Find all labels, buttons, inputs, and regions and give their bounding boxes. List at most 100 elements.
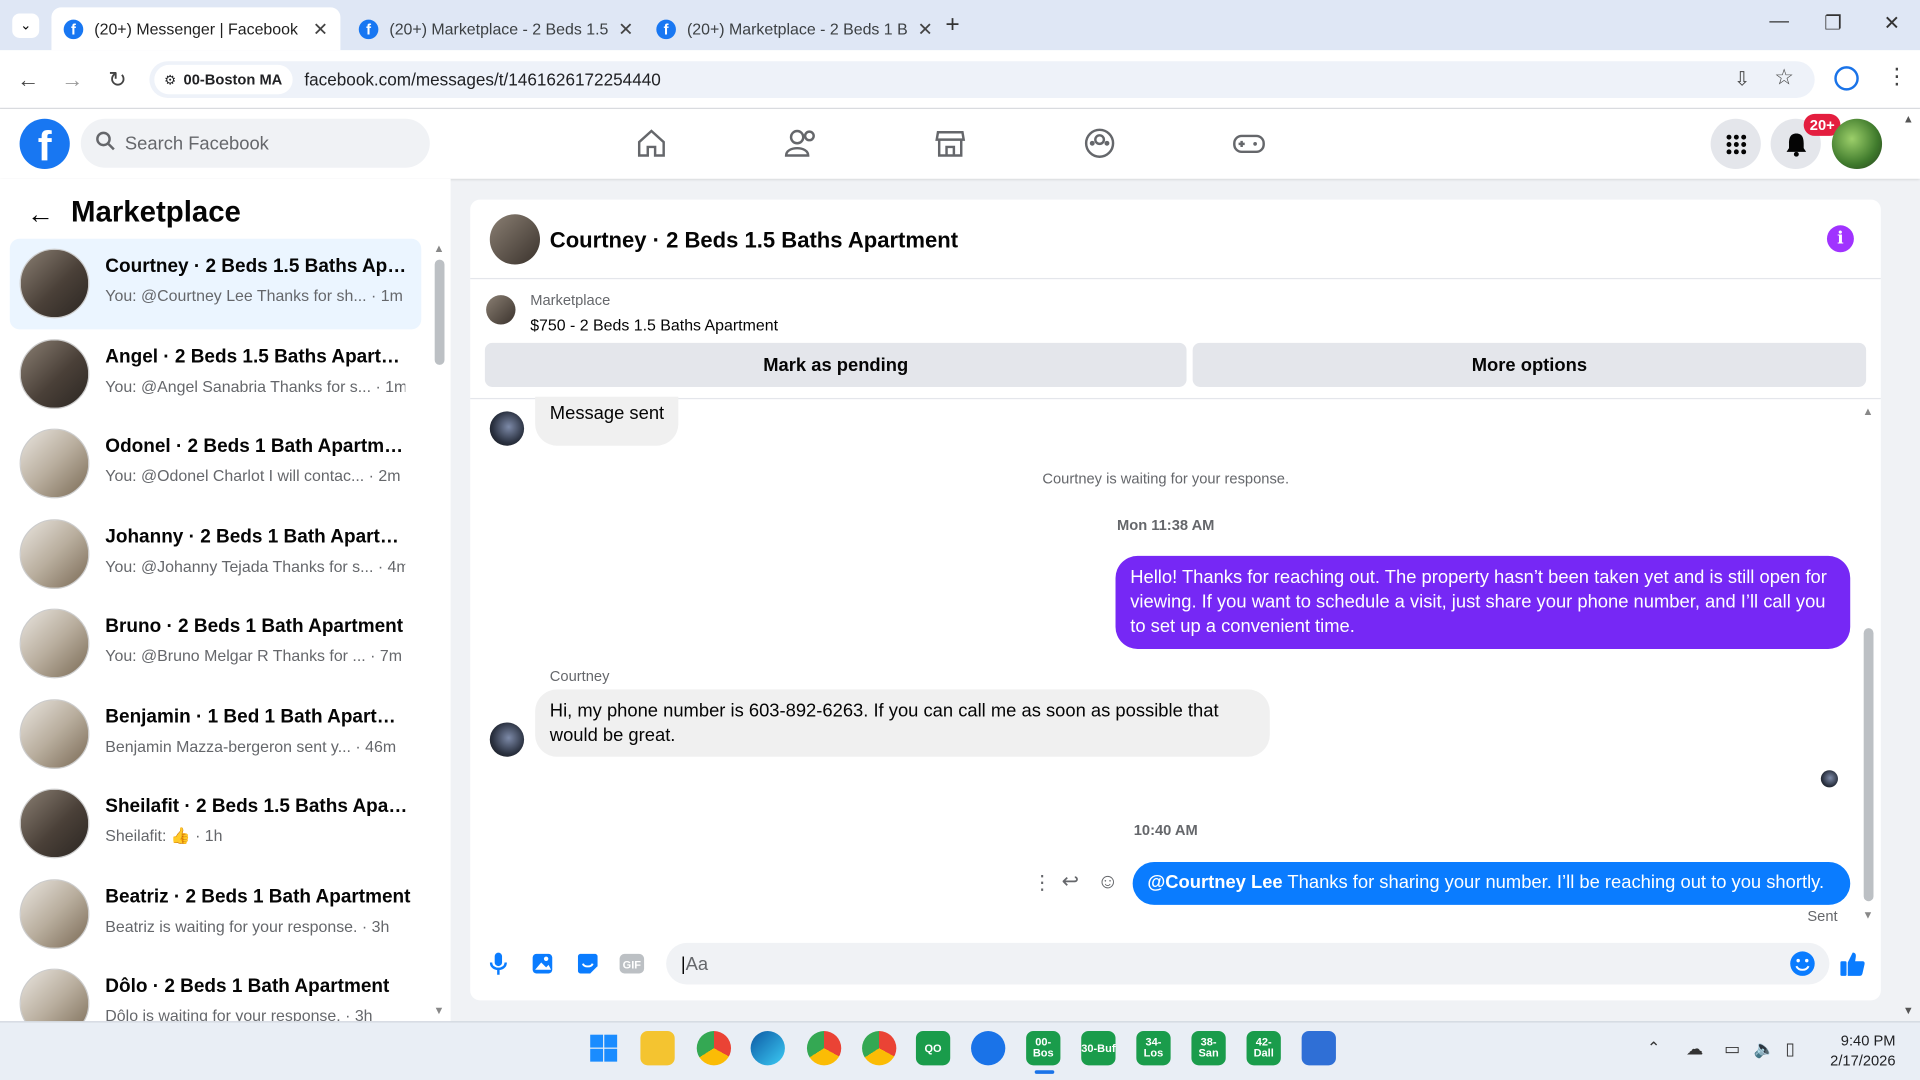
edge-icon[interactable] — [750, 1031, 785, 1066]
facebook-logo-icon[interactable]: f — [19, 118, 70, 169]
taskbar-app[interactable]: 38-San — [1191, 1031, 1226, 1066]
windows-start-icon[interactable] — [587, 1031, 621, 1065]
conversation-item[interactable]: Sheilafit · 2 Beds 1.5 Baths Apart... Sh… — [10, 779, 421, 870]
taskbar-app[interactable]: 00-Bos — [1026, 1031, 1061, 1066]
reply-icon[interactable]: ↩ — [1062, 869, 1079, 893]
tab-marketplace-2[interactable]: f (20+) Marketplace - 2 Beds 1 B ✕ — [644, 7, 933, 50]
battery-icon[interactable]: ▯ — [1785, 1038, 1794, 1059]
gaming-icon[interactable] — [1231, 126, 1268, 160]
taskbar-app[interactable]: 34-Los — [1136, 1031, 1171, 1066]
maps-app-icon[interactable] — [971, 1031, 1006, 1066]
chat-avatar[interactable] — [489, 214, 541, 265]
tab-search-button[interactable]: ⌄ — [12, 13, 40, 38]
emoji-icon[interactable] — [1789, 950, 1816, 977]
close-tab-icon[interactable]: ✕ — [608, 18, 633, 40]
close-tab-icon[interactable]: ✕ — [908, 18, 932, 40]
conversation-item[interactable]: Courtney · 2 Beds 1.5 Baths Apar... You:… — [9, 238, 422, 330]
url-text[interactable]: facebook.com/messages/t/1461626172254440 — [304, 70, 660, 90]
back-arrow-icon[interactable]: ← — [27, 198, 54, 230]
forward-icon[interactable]: → — [56, 64, 88, 96]
react-emoji-icon[interactable]: ☺ — [1097, 869, 1118, 893]
outgoing-message[interactable]: Hello! Thanks for reaching out. The prop… — [1115, 555, 1851, 649]
page-scroll-down-arrow[interactable]: ▼ — [1903, 1004, 1914, 1016]
reload-icon[interactable]: ↻ — [102, 64, 134, 96]
friends-icon[interactable] — [782, 126, 819, 160]
more-options-button[interactable]: More options — [1192, 342, 1867, 387]
mention[interactable]: @Courtney Lee — [1147, 872, 1282, 893]
conversation-preview: Sheilafit: 👍 · 1h — [105, 826, 223, 845]
conversation-item[interactable]: Bruno · 2 Beds 1 Bath Apartment You: @Br… — [10, 599, 421, 690]
microphone-icon[interactable] — [485, 950, 512, 977]
sent-status: Sent — [1807, 907, 1838, 925]
system-clock[interactable]: 9:40 PM 2/17/2026 — [1822, 1031, 1895, 1070]
mark-as-pending-button[interactable]: Mark as pending — [484, 342, 1187, 387]
volume-icon[interactable]: 🔈 — [1753, 1038, 1774, 1059]
timestamp: 10:40 AM — [1133, 821, 1198, 839]
browser-menu-icon[interactable]: ⋮ — [1886, 64, 1908, 90]
back-icon[interactable]: ← — [12, 64, 44, 96]
chat-title[interactable]: Courtney · 2 Beds 1.5 Baths Apartment — [550, 228, 958, 254]
file-explorer-icon[interactable] — [640, 1031, 675, 1066]
tray-chevron-icon[interactable]: ⌃ — [1647, 1038, 1660, 1058]
conversation-item[interactable]: Johanny · 2 Beds 1 Bath Apartm... You: @… — [10, 509, 421, 600]
windows-taskbar — [0, 1021, 1920, 1080]
menu-grid-icon[interactable] — [1710, 118, 1761, 169]
more-actions-icon[interactable]: ⋮ — [1032, 871, 1052, 895]
sticker-icon[interactable] — [574, 950, 601, 977]
close-tab-icon[interactable]: ✕ — [303, 18, 328, 40]
message-input[interactable]: | Aa — [666, 942, 1830, 985]
tab-marketplace-1[interactable]: f (20+) Marketplace - 2 Beds 1.5 ✕ — [347, 7, 636, 50]
sidebar-scrollbar[interactable] — [434, 259, 445, 365]
listing-thumbnail[interactable] — [486, 295, 516, 325]
profile-icon[interactable] — [1834, 66, 1859, 91]
home-icon[interactable] — [633, 126, 670, 160]
taskbar-app[interactable]: 30-Buf — [1081, 1031, 1116, 1066]
scroll-up-arrow[interactable]: ▲ — [1862, 405, 1873, 417]
site-info-chip[interactable]: ⚙ 00-Boston MA — [154, 64, 293, 95]
restore-icon[interactable]: ❐ — [1815, 11, 1852, 35]
network-icon[interactable]: ▭ — [1724, 1038, 1740, 1059]
sender-name: Courtney — [549, 667, 610, 685]
scroll-up-arrow[interactable]: ▲ — [433, 242, 444, 254]
install-app-icon[interactable]: ⇩ — [1734, 67, 1750, 91]
chrome-profile-icon[interactable] — [862, 1031, 897, 1066]
conversation-name: Benjamin · 1 Bed 1 Bath Apartme... — [105, 706, 412, 728]
conversation-item[interactable]: Dôlo · 2 Beds 1 Bath Apartment Dôlo is w… — [10, 959, 421, 1022]
conversation-preview: You: @Johanny Tejada Thanks for s... · 4… — [105, 557, 405, 576]
close-window-icon[interactable]: ✕ — [1873, 11, 1910, 35]
minimize-icon[interactable]: — — [1761, 11, 1798, 33]
thumbs-up-icon: 👍 — [170, 826, 191, 845]
omnibox[interactable]: ⚙ 00-Boston MA facebook.com/messages/t/14… — [149, 61, 1815, 98]
notepad-icon[interactable] — [1301, 1031, 1336, 1066]
clock-time: 9:40 PM — [1840, 1032, 1896, 1050]
info-icon[interactable]: i — [1826, 225, 1854, 253]
search-facebook-input[interactable]: Search Facebook — [80, 118, 430, 168]
clock-date: 2/17/2026 — [1830, 1051, 1896, 1069]
marketplace-icon[interactable] — [932, 126, 969, 160]
account-avatar[interactable] — [1831, 118, 1883, 169]
tab-messenger[interactable]: f (20+) Messenger | Facebook ✕ — [51, 7, 341, 51]
bookmark-star-icon[interactable]: ☆ — [1774, 65, 1794, 91]
like-thumbs-up-icon[interactable] — [1839, 950, 1866, 977]
conversation-item[interactable]: Benjamin · 1 Bed 1 Bath Apartme... Benja… — [10, 689, 421, 780]
chrome-icon[interactable] — [696, 1031, 732, 1066]
messaging-app-icon[interactable]: QO — [915, 1031, 951, 1066]
groups-icon[interactable] — [1081, 126, 1118, 160]
conversation-item[interactable]: Angel · 2 Beds 1.5 Baths Apartm... You: … — [10, 329, 421, 420]
cloud-sync-icon[interactable]: ☁ — [1686, 1038, 1703, 1059]
incoming-message[interactable]: Hi, my phone number is 603-892-6263. If … — [535, 689, 1270, 757]
listing-title[interactable]: $750 - 2 Beds 1.5 Baths Apartment — [530, 316, 778, 334]
chat-scrollbar[interactable] — [1863, 628, 1874, 902]
conversation-item[interactable]: Beatriz · 2 Beds 1 Bath Apartment Beatri… — [10, 869, 421, 960]
taskbar-app[interactable]: 42-Dall — [1246, 1031, 1281, 1066]
conversation-item[interactable]: Odonel · 2 Beds 1 Bath Apartment You: @O… — [10, 419, 421, 510]
scroll-down-arrow[interactable]: ▼ — [433, 1004, 444, 1016]
chrome-profile-icon[interactable] — [806, 1031, 842, 1066]
waiting-notice: Courtney is waiting for your response. — [1042, 470, 1290, 488]
page-scroll-up-arrow[interactable]: ▲ — [1903, 113, 1914, 125]
gif-icon[interactable]: GIF — [618, 950, 645, 977]
scroll-down-arrow[interactable]: ▼ — [1862, 909, 1873, 921]
new-tab-icon[interactable]: + — [945, 11, 959, 39]
photo-icon[interactable] — [529, 950, 556, 977]
outgoing-message[interactable]: @Courtney Lee Thanks for sharing your nu… — [1132, 862, 1851, 905]
